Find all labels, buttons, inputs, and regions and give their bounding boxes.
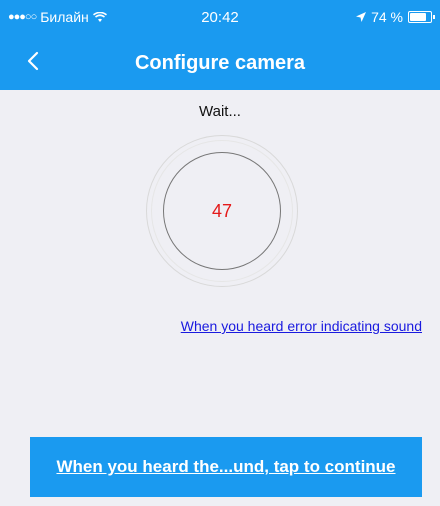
page-title: Configure camera	[134, 52, 306, 74]
location-arrow-icon	[356, 12, 367, 22]
continue-button[interactable]: When you heard the...und, tap to continu…	[30, 437, 422, 497]
continue-button-label: When you heard the...und, tap to continu…	[56, 457, 396, 476]
battery-percent: 74 %	[371, 9, 403, 25]
status-bar: ●●●○○ Билайн 20:42 74 %	[0, 0, 440, 34]
header: ●●●○○ Билайн 20:42 74 % Configure camera	[0, 0, 440, 90]
wait-label: Wait...	[199, 103, 241, 120]
battery-icon	[408, 11, 435, 23]
status-right: 74 %	[356, 9, 435, 25]
error-sound-link[interactable]: When you heard error indicating sound	[181, 318, 422, 334]
countdown-value: 47	[211, 201, 233, 221]
